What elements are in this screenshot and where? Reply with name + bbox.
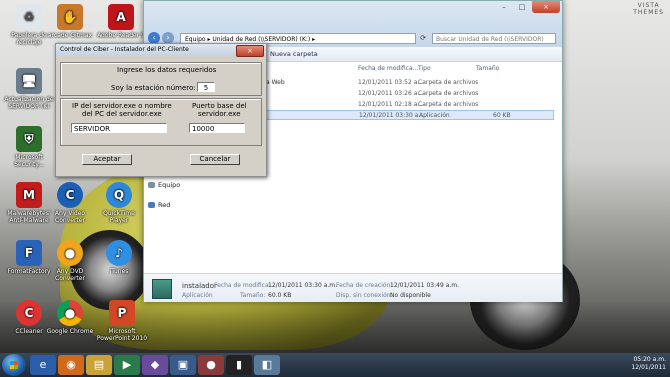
firefox-icon[interactable]: ◉ — [58, 355, 84, 375]
bin-icon: ♻ — [16, 4, 42, 30]
details-modified-label: Fecha de modifica... — [214, 282, 275, 289]
start-button[interactable] — [2, 354, 26, 376]
c-icon: C — [57, 182, 83, 208]
server-panel: IP del servidor.exe o nombre del PC del … — [60, 98, 262, 146]
station-label: Soy la estación número: — [111, 84, 196, 92]
app-icon[interactable]: ◧ — [254, 355, 280, 375]
explorer-icon[interactable]: ▤ — [86, 355, 112, 375]
computer-icon: 🖥 — [16, 68, 42, 94]
network-drive-shortcut[interactable]: 🖥 Actualizacion de SERVIDOR (K) — [4, 68, 54, 110]
media-player-icon[interactable]: ▶ — [114, 355, 140, 375]
disc-icon: ● — [57, 240, 83, 266]
column-type[interactable]: Tipo — [418, 65, 431, 72]
desktop: VISTA THEMES ♻ Papelera de reciclaje ✋ arca… — [0, 0, 670, 377]
security-shortcut[interactable]: ⛨ Microsoft Security... — [4, 126, 54, 168]
minimize-button[interactable]: – — [496, 1, 512, 13]
powerpoint-icon: P — [109, 300, 135, 326]
file-large-icon — [152, 279, 172, 299]
clock-time: 05:20 a.m. — [633, 356, 666, 363]
ie-icon[interactable]: e — [30, 355, 56, 375]
server-label-1: IP del servidor.exe o nombre — [72, 102, 172, 110]
column-modified[interactable]: Fecha de modifica... — [358, 65, 418, 72]
server-label-2: del PC del servidor.exe — [82, 110, 162, 118]
station-panel: Ingrese los datos requeridos Soy la esta… — [60, 62, 262, 96]
dialog-header: Ingrese los datos requeridos — [117, 66, 217, 74]
itunes-shortcut[interactable]: ♪ iTunes — [94, 240, 144, 275]
column-size[interactable]: Tamaño — [476, 65, 499, 72]
m-icon: M — [16, 182, 42, 208]
music-note-icon: ♪ — [106, 240, 132, 266]
dialog-close-button[interactable]: × — [236, 45, 264, 57]
shield-icon: ⛨ — [16, 126, 42, 152]
computer-icon — [148, 182, 155, 188]
desktop-shortcut[interactable]: ✋ arcade Gitmax — [45, 4, 95, 39]
station-input[interactable]: 5 — [197, 82, 215, 92]
theme-logo: VISTA THEMES — [633, 2, 664, 16]
nav-red[interactable]: Red — [148, 201, 170, 209]
details-created-value: 12/01/2011 03:49 a.m. — [390, 282, 460, 289]
pdf-icon: A — [108, 4, 134, 30]
accept-button[interactable]: Aceptar — [82, 154, 132, 165]
taskbar: e ◉ ▤ ▶ ◆ ▣ ● ▮ ◧ 05:20 a.m. 12/01/2011 — [0, 353, 670, 377]
app-icon[interactable]: ▣ — [170, 355, 196, 375]
details-type: Aplicación — [182, 292, 213, 299]
details-created-label: Fecha de creación: — [336, 282, 393, 289]
factory-icon: F — [16, 240, 42, 266]
details-offline-value: No disponible — [390, 292, 431, 299]
cancel-button[interactable]: Cancelar — [190, 154, 240, 165]
details-pane: instalador Aplicación Fecha de modifica.… — [144, 273, 562, 302]
port-label-2: servidor.exe — [198, 110, 241, 118]
port-input[interactable]: 10000 — [189, 123, 245, 133]
glove-icon: ✋ — [57, 4, 83, 30]
quicktime-shortcut[interactable]: Q QuickTime Player — [94, 182, 144, 224]
broom-icon: C — [16, 300, 42, 326]
file-row[interactable]: mera Web 12/01/2011 03:52 a... Carpeta d… — [254, 79, 554, 88]
port-label-1: Puerto base del — [192, 102, 247, 110]
app-icon[interactable]: ◆ — [142, 355, 168, 375]
any-dvd-converter-shortcut[interactable]: ● Any DVD Converter — [45, 240, 95, 282]
explorer-chrome: – □ × ‹ › Equipo ▸ Unidad de Red (\\SERV… — [144, 1, 562, 54]
dialog-title: Control de Ciber - Instalador del PC-Cli… — [56, 44, 266, 56]
chrome-icon: ● — [57, 300, 83, 326]
adobe-reader-shortcut[interactable]: A Adobe Reader 9 — [96, 4, 146, 39]
nav-equipo[interactable]: Equipo — [148, 181, 180, 189]
installer-dialog: Control de Ciber - Instalador del PC-Cli… — [55, 43, 267, 177]
file-row[interactable]: 12/01/2011 03:26 a... Carpeta de archivo… — [254, 90, 554, 99]
app-icon[interactable]: ● — [198, 355, 224, 375]
clock-date: 12/01/2011 — [631, 364, 666, 371]
details-offline-label: Disp. sin conexión: — [336, 292, 393, 299]
chrome-shortcut[interactable]: ● Google Chrome — [45, 300, 95, 335]
refresh-icon[interactable]: ⟳ — [416, 32, 430, 44]
powerpoint-shortcut[interactable]: P Microsoft PowerPoint 2010 — [94, 300, 150, 342]
any-video-converter-shortcut[interactable]: C Any Video Converter — [45, 182, 95, 224]
file-row[interactable]: 12/01/2011 02:18 a... Carpeta de archivo… — [254, 101, 554, 110]
file-row-selected[interactable]: 12/01/2011 03:30 a... Aplicación 60 KB — [254, 110, 554, 120]
q-icon: Q — [106, 182, 132, 208]
details-size-label: Tamaño: — [240, 292, 266, 299]
details-modified-value: 12/01/2011 03:30 a.m. — [268, 282, 338, 289]
search-input[interactable]: Buscar Unidad de Red (\\SERVIDOR) (K:) — [432, 33, 556, 54]
cmd-icon[interactable]: ▮ — [226, 355, 252, 375]
maximize-button[interactable]: □ — [514, 1, 530, 13]
clock[interactable]: 05:20 a.m. 12/01/2011 — [631, 356, 666, 372]
network-icon — [148, 202, 155, 208]
server-input[interactable]: SERVIDOR — [71, 123, 167, 133]
details-size-value: 60.0 KB — [268, 292, 292, 299]
details-name: instalador — [182, 282, 217, 290]
new-folder-button[interactable]: Nueva carpeta — [270, 49, 318, 59]
close-button[interactable]: × — [532, 1, 560, 13]
